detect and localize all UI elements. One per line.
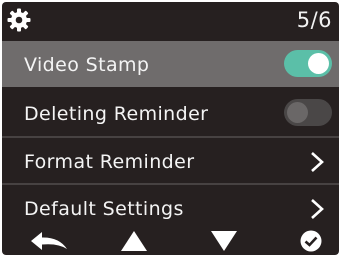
down-triangle-icon[interactable] [210, 230, 238, 252]
menu-item-video-stamp[interactable]: Video Stamp [2, 41, 339, 87]
confirm-check-icon[interactable] [300, 230, 322, 252]
back-arrow-icon[interactable] [29, 230, 69, 252]
menu-item-label: Format Reminder [24, 151, 195, 173]
menu-item-format-reminder[interactable]: Format Reminder [2, 136, 339, 182]
settings-screen: 5/6 Video Stamp Deleting Reminder Format… [2, 2, 339, 255]
chevron-right-icon [311, 199, 324, 219]
menu-item-deleting-reminder[interactable]: Deleting Reminder [2, 90, 339, 136]
menu-item-label: Default Settings [24, 198, 184, 220]
chevron-right-icon [311, 152, 324, 172]
toggle-knob [287, 102, 308, 123]
up-triangle-icon[interactable] [120, 230, 148, 252]
page-indicator: 5/6 [296, 8, 332, 32]
footer-bar [2, 228, 339, 255]
video-stamp-toggle[interactable] [284, 50, 332, 77]
menu-item-label: Deleting Reminder [24, 103, 209, 125]
toggle-knob [308, 53, 329, 74]
menu-item-default-settings[interactable]: Default Settings [2, 183, 339, 229]
gear-icon [7, 8, 31, 32]
menu-item-label: Video Stamp [24, 54, 150, 76]
header-bar: 5/6 [2, 2, 339, 38]
deleting-reminder-toggle[interactable] [284, 99, 332, 126]
